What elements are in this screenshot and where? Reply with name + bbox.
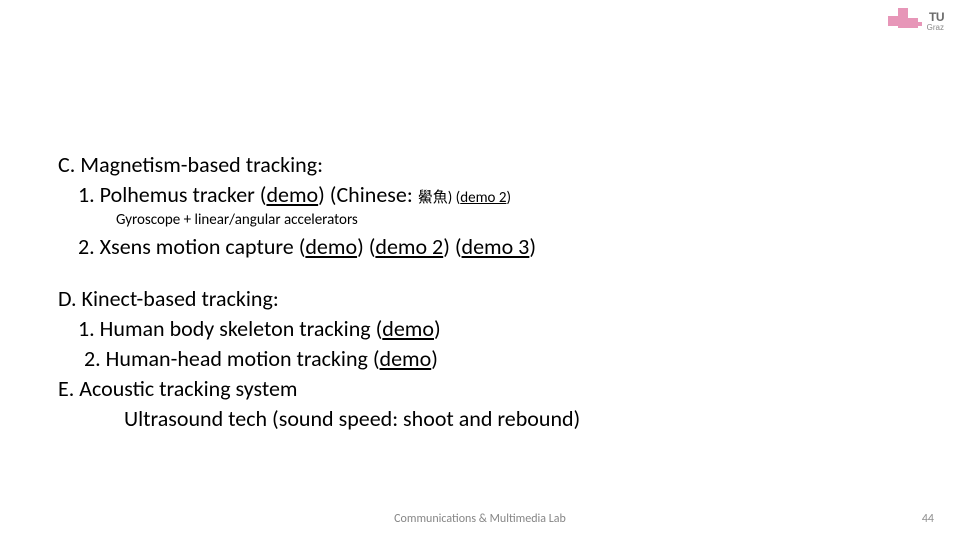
text: ) — [506, 189, 511, 207]
text: ) ( — [448, 189, 461, 207]
demo2-link[interactable]: demo 2 — [460, 189, 506, 207]
section-e-heading: E. Acoustic tracking system — [58, 374, 878, 404]
section-c-note: Gyroscope + linear/angular accelerators — [58, 211, 878, 231]
cjk-text: 鱟魚 — [418, 189, 448, 207]
demo3-link[interactable]: demo 3 — [462, 233, 530, 260]
page-number: 44 — [922, 512, 934, 526]
slide: TU Graz C. Magnetism-based tracking: 1. … — [0, 0, 960, 540]
footer-lab-name: Communications & Multimedia Lab — [0, 512, 960, 526]
text: 1. Polhemus tracker ( — [78, 181, 266, 208]
text: ) (Chinese: — [318, 181, 418, 208]
text: ) — [431, 345, 438, 372]
demo2-link[interactable]: demo 2 — [375, 233, 443, 260]
tu-graz-logo: TU Graz — [888, 8, 944, 40]
section-c-heading: C. Magnetism-based tracking: — [58, 150, 878, 180]
text: ) ( — [357, 233, 375, 260]
text: ) — [434, 315, 441, 342]
section-c-item2: 2. Xsens motion capture (demo) (demo 2) … — [58, 232, 878, 262]
section-c-item1: 1. Polhemus tracker (demo) (Chinese: 鱟魚)… — [58, 180, 878, 210]
text: ) — [529, 233, 536, 260]
section-d-heading: D. Kinect-based tracking: — [58, 284, 878, 314]
demo-link[interactable]: demo — [266, 181, 318, 208]
text: 2. Human-head motion tracking ( — [84, 345, 380, 372]
slide-body: C. Magnetism-based tracking: 1. Polhemus… — [58, 150, 878, 434]
section-e-line1: Ultrasound tech (sound speed: shoot and … — [58, 404, 878, 434]
section-d-item1: 1. Human body skeleton tracking (demo) — [58, 314, 878, 344]
demo-link[interactable]: demo — [380, 345, 432, 372]
demo-link[interactable]: demo — [382, 315, 434, 342]
text: 1. Human body skeleton tracking ( — [78, 315, 382, 342]
text: ) ( — [443, 233, 461, 260]
logo-icon — [888, 8, 924, 32]
text: 2. Xsens motion capture ( — [78, 233, 305, 260]
demo-link[interactable]: demo — [305, 233, 357, 260]
logo-sub-text: Graz — [927, 23, 944, 32]
section-d-item2: 2. Human-head motion tracking (demo) — [58, 344, 878, 374]
logo-main-text: TU — [929, 10, 944, 24]
